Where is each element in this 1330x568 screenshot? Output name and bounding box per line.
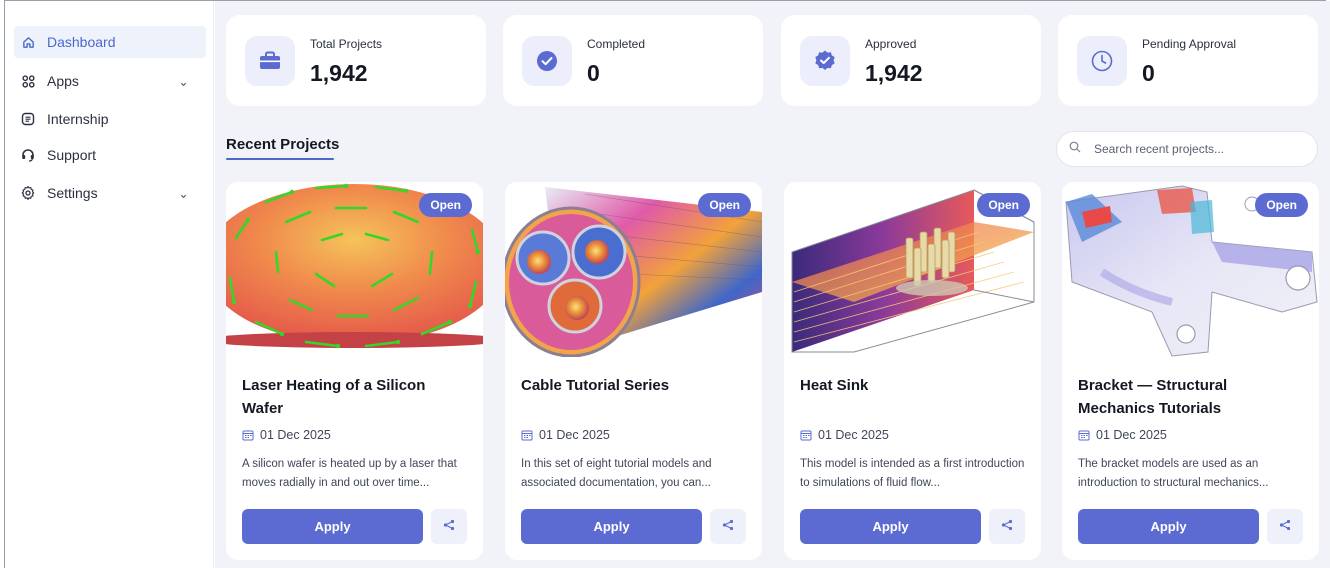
status-badge: Open [1255, 193, 1308, 217]
project-card: Open Laser Heating of a Silicon Wafer 01… [226, 182, 483, 560]
stat-value: 1,942 [865, 60, 923, 86]
share-icon [443, 518, 455, 536]
project-title[interactable]: Bracket — Structural Mechanics Tutorials [1078, 374, 1303, 420]
sidebar-item-apps[interactable]: Apps [14, 65, 206, 97]
calendar-icon [521, 429, 533, 441]
share-icon [1279, 518, 1291, 536]
stat-card-approved: Approved 1,942 [781, 15, 1041, 106]
sidebar-item-label: Dashboard [47, 34, 116, 50]
sidebar-item-internship[interactable]: Internship [14, 103, 206, 135]
project-date-text: 01 Dec 2025 [260, 428, 331, 442]
project-title[interactable]: Heat Sink [800, 374, 1025, 397]
search-input[interactable] [1094, 142, 1294, 156]
project-title[interactable]: Laser Heating of a Silicon Wafer [242, 374, 467, 420]
calendar-icon [242, 429, 254, 441]
sidebar-item-label: Support [47, 147, 97, 163]
share-button[interactable] [1267, 509, 1303, 544]
stat-card-completed: Completed 0 [503, 15, 763, 106]
apply-button[interactable]: Apply [800, 509, 981, 544]
share-button[interactable] [989, 509, 1025, 544]
search-icon [1069, 140, 1081, 158]
project-description: This model is intended as a first introd… [800, 458, 1025, 489]
chevron-down-icon [179, 188, 188, 204]
briefcase-icon [245, 36, 295, 86]
stat-label: Approved [865, 37, 917, 51]
search-box[interactable] [1056, 131, 1318, 167]
project-description: The bracket models are used as an introd… [1078, 458, 1269, 489]
document-icon [21, 112, 35, 126]
share-icon [1001, 518, 1013, 536]
sidebar-item-label: Settings [47, 185, 98, 201]
stat-card-pending-approval: Pending Approval 0 [1058, 15, 1318, 106]
project-date: 01 Dec 2025 [521, 428, 610, 442]
sidebar-item-dashboard[interactable]: Dashboard [14, 26, 206, 58]
project-date-text: 01 Dec 2025 [539, 428, 610, 442]
verified-badge-icon [800, 36, 850, 86]
stat-label: Pending Approval [1142, 37, 1237, 51]
section-title: Recent Projects [226, 136, 340, 153]
project-card: Open Cable Tutorial Series 01 Dec 2025 I… [505, 182, 762, 560]
sidebar: Dashboard Apps Internship Support Settin… [5, 1, 214, 568]
project-title[interactable]: Cable Tutorial Series [521, 374, 746, 397]
sidebar-item-label: Internship [47, 111, 109, 127]
check-circle-icon [522, 36, 572, 86]
project-description: A silicon wafer is heated up by a laser … [242, 458, 457, 489]
clock-icon [1077, 36, 1127, 86]
project-date: 01 Dec 2025 [1078, 428, 1167, 442]
status-badge: Open [419, 193, 472, 217]
project-date-text: 01 Dec 2025 [1096, 428, 1167, 442]
project-card: Open Bracket — Structural Mechanics Tuto… [1062, 182, 1319, 560]
section-underline [226, 158, 334, 160]
apply-button[interactable]: Apply [521, 509, 702, 544]
status-badge: Open [977, 193, 1030, 217]
project-date: 01 Dec 2025 [800, 428, 889, 442]
apply-button[interactable]: Apply [242, 509, 423, 544]
sidebar-item-settings[interactable]: Settings [14, 177, 206, 209]
share-button[interactable] [431, 509, 467, 544]
stat-value: 0 [587, 60, 600, 86]
main-content: Total Projects 1,942 Completed 0 Approve… [215, 1, 1330, 568]
home-icon [21, 35, 35, 49]
stat-value: 1,942 [310, 60, 368, 86]
stat-value: 0 [1142, 60, 1155, 86]
apps-grid-icon [21, 74, 35, 88]
sidebar-item-label: Apps [47, 73, 79, 89]
stat-card-total-projects: Total Projects 1,942 [226, 15, 486, 106]
app-window: Dashboard Apps Internship Support Settin… [4, 0, 1330, 568]
gear-icon [21, 186, 35, 200]
calendar-icon [1078, 429, 1090, 441]
project-card: Open Heat Sink 01 Dec 2025 This model is… [784, 182, 1041, 560]
headset-icon [21, 148, 35, 162]
project-date-text: 01 Dec 2025 [818, 428, 889, 442]
status-badge: Open [698, 193, 751, 217]
sidebar-item-support[interactable]: Support [14, 139, 206, 171]
calendar-icon [800, 429, 812, 441]
stat-label: Completed [587, 37, 646, 51]
apply-button[interactable]: Apply [1078, 509, 1259, 544]
share-button[interactable] [710, 509, 746, 544]
stat-label: Total Projects [310, 37, 383, 51]
chevron-down-icon [179, 76, 188, 92]
project-date: 01 Dec 2025 [242, 428, 331, 442]
share-icon [722, 518, 734, 536]
project-description: In this set of eight tutorial models and… [521, 458, 712, 489]
